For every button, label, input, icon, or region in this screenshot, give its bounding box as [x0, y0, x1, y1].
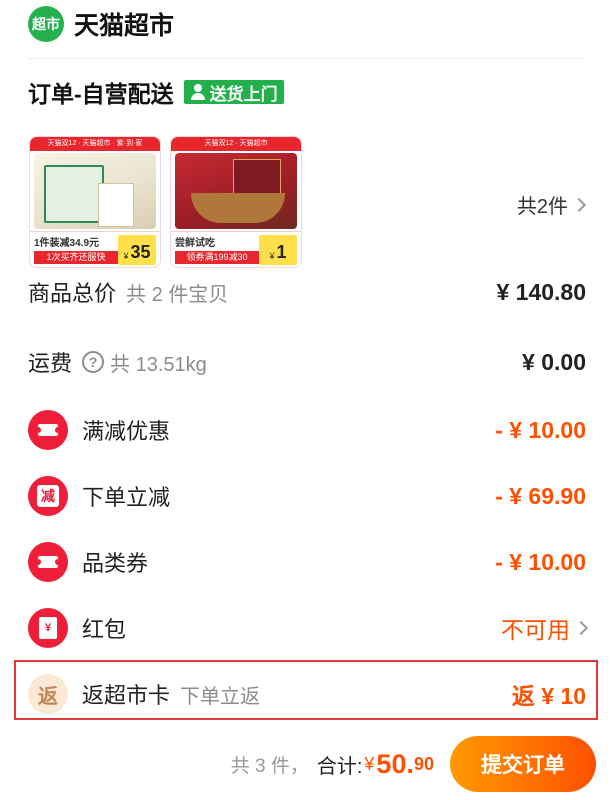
- order-title: 订单-自营配送: [28, 81, 174, 107]
- shipping-row: 运费 ? 共 13.51kg ¥ 0.00: [28, 342, 586, 382]
- total-currency: ¥: [364, 753, 375, 774]
- ticket-icon: [28, 542, 68, 582]
- help-icon[interactable]: ?: [82, 351, 105, 373]
- red-packet-row[interactable]: ¥ 红包 不可用: [28, 608, 589, 648]
- store-name: 天猫超市: [74, 12, 175, 40]
- person-icon: [190, 84, 206, 100]
- red-packet-label: 红包: [82, 617, 127, 642]
- cashback-row[interactable]: 返 返超市卡 下单立返 返 ¥ 10: [28, 674, 586, 714]
- item-count: 共2件: [516, 196, 568, 218]
- subtotal-row: 商品总价 共 2 件宝贝 ¥ 140.80: [28, 272, 586, 312]
- product-image: [175, 153, 297, 229]
- order-card: 超市 天猫超市 订单-自营配送 送货上门 天猫双12 · 天猫超市 · 紫·到·…: [0, 0, 614, 728]
- total-amount: 50.: [376, 748, 414, 779]
- discount-row-full-reduction[interactable]: 满减优惠 - ¥ 10.00: [28, 410, 586, 450]
- cashback-icon: 返: [28, 674, 68, 714]
- cashback-label: 返超市卡: [82, 683, 171, 708]
- product-price: ¥ 35: [118, 235, 156, 265]
- product-promo-tag: 1次买齐还服快: [34, 251, 118, 264]
- delivery-tag-label: 送货上门: [209, 84, 278, 104]
- chevron-right-icon: [571, 197, 587, 212]
- product-banner: 天猫双12 · 天猫超市 · 紫·到·家: [30, 137, 160, 151]
- discount-label: 品类券: [82, 551, 149, 576]
- shipping-label: 运费: [28, 351, 73, 376]
- product-banner: 天猫双12 · 天猫超市: [171, 137, 301, 151]
- chevron-right-icon: [573, 620, 589, 636]
- total-label: 合计:: [316, 755, 363, 778]
- product-thumbnail[interactable]: 天猫双12 · 天猫超市 尝鲜试吃 领券满199减30 ¥ 1: [170, 136, 302, 268]
- item-count-link[interactable]: 共2件: [516, 190, 587, 219]
- product-price: ¥ 1: [259, 235, 297, 265]
- discount-row-instant-reduction[interactable]: 减 下单立减 - ¥ 69.90: [28, 476, 586, 516]
- product-image: [34, 153, 156, 229]
- total-amount-decimal: 90: [413, 753, 434, 774]
- reduce-icon: 减: [28, 476, 68, 516]
- ticket-icon: [28, 410, 68, 450]
- order-type: 订单-自营配送 送货上门: [28, 76, 284, 108]
- subtotal-label: 商品总价: [28, 281, 117, 306]
- red-packet-status: 不可用: [501, 617, 570, 643]
- submit-order-button[interactable]: 提交订单: [450, 736, 596, 792]
- discount-value: - ¥ 69.90: [495, 482, 586, 509]
- footer-item-count: 共 3 件，: [230, 755, 309, 777]
- store-header: 超市 天猫超市: [28, 4, 174, 44]
- red-envelope-icon: ¥: [28, 608, 68, 648]
- discount-value: - ¥ 10.00: [495, 416, 586, 443]
- cashback-sub: 下单立返: [180, 685, 261, 708]
- shipping-weight: 共 13.51kg: [110, 353, 207, 376]
- cashback-value: 返 ¥ 10: [511, 683, 586, 709]
- discount-label: 满减优惠: [82, 419, 171, 444]
- product-promo: 尝鲜试吃: [175, 238, 215, 249]
- product-thumbnail[interactable]: 天猫双12 · 天猫超市 · 紫·到·家 1件装减34.9元 1次买齐还服快 ¥…: [29, 136, 161, 268]
- divider: [28, 58, 586, 59]
- delivery-tag: 送货上门: [183, 80, 284, 104]
- subtotal-value: ¥ 140.80: [496, 278, 586, 305]
- store-logo: 超市: [28, 6, 64, 42]
- product-promo-tag: 领券满199减30: [175, 251, 259, 264]
- discount-value: - ¥ 10.00: [495, 548, 586, 575]
- subtotal-count: 共 2 件宝贝: [126, 283, 229, 306]
- product-promo: 1件装减34.9元: [34, 238, 100, 249]
- checkout-bar: 共 3 件， 合计: ¥ 50. 90 提交订单: [0, 728, 614, 800]
- shipping-value: ¥ 0.00: [522, 348, 586, 375]
- discount-label: 下单立减: [82, 485, 171, 510]
- discount-row-category-coupon[interactable]: 品类券 - ¥ 10.00: [28, 542, 586, 582]
